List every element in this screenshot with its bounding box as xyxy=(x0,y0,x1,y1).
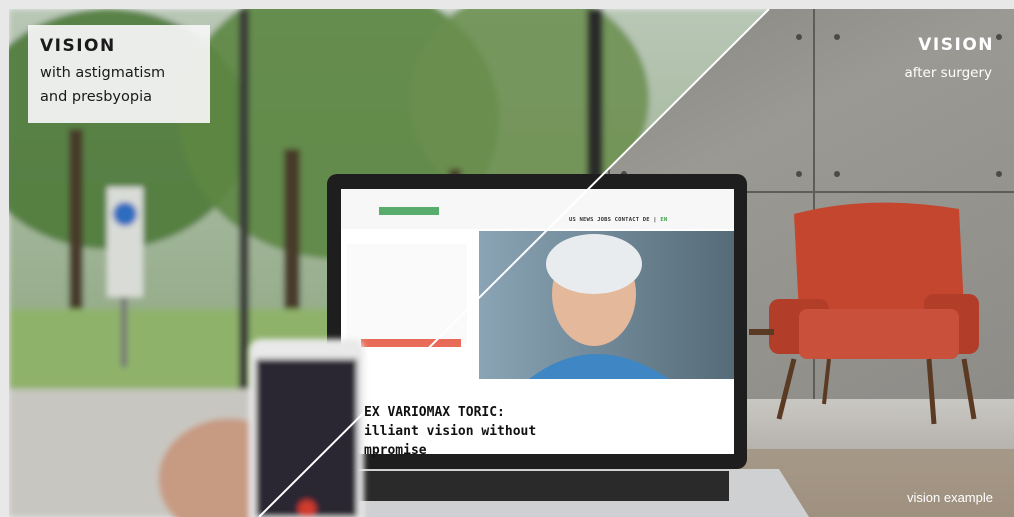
after-title: VISION xyxy=(918,35,994,55)
site-nav-links: US NEWS JOBS CONTACT DE | xyxy=(569,217,657,223)
site-nav-lang: EN xyxy=(660,217,668,223)
before-line2: and presbyopia xyxy=(40,89,152,105)
site-headline-line3: mpromise xyxy=(364,443,427,458)
footnote: vision example xyxy=(907,490,993,505)
site-headline-line1: EX VARIOMAX TORIC: xyxy=(364,405,505,420)
before-title: VISION xyxy=(40,36,116,56)
site-headline-line2: illiant vision without xyxy=(364,424,537,439)
after-subtitle: after surgery xyxy=(904,65,992,81)
before-label-box: VISION with astigmatism and presbyopia xyxy=(28,25,210,123)
image-frame: US NEWS JOBS CONTACT DE | EN EX VARIOMAX… xyxy=(0,0,1014,517)
site-headline: EX VARIOMAX TORIC: illiant vision withou… xyxy=(364,403,564,460)
before-line1: with astigmatism xyxy=(40,65,166,81)
site-nav: US NEWS JOBS CONTACT DE | EN xyxy=(569,217,667,223)
